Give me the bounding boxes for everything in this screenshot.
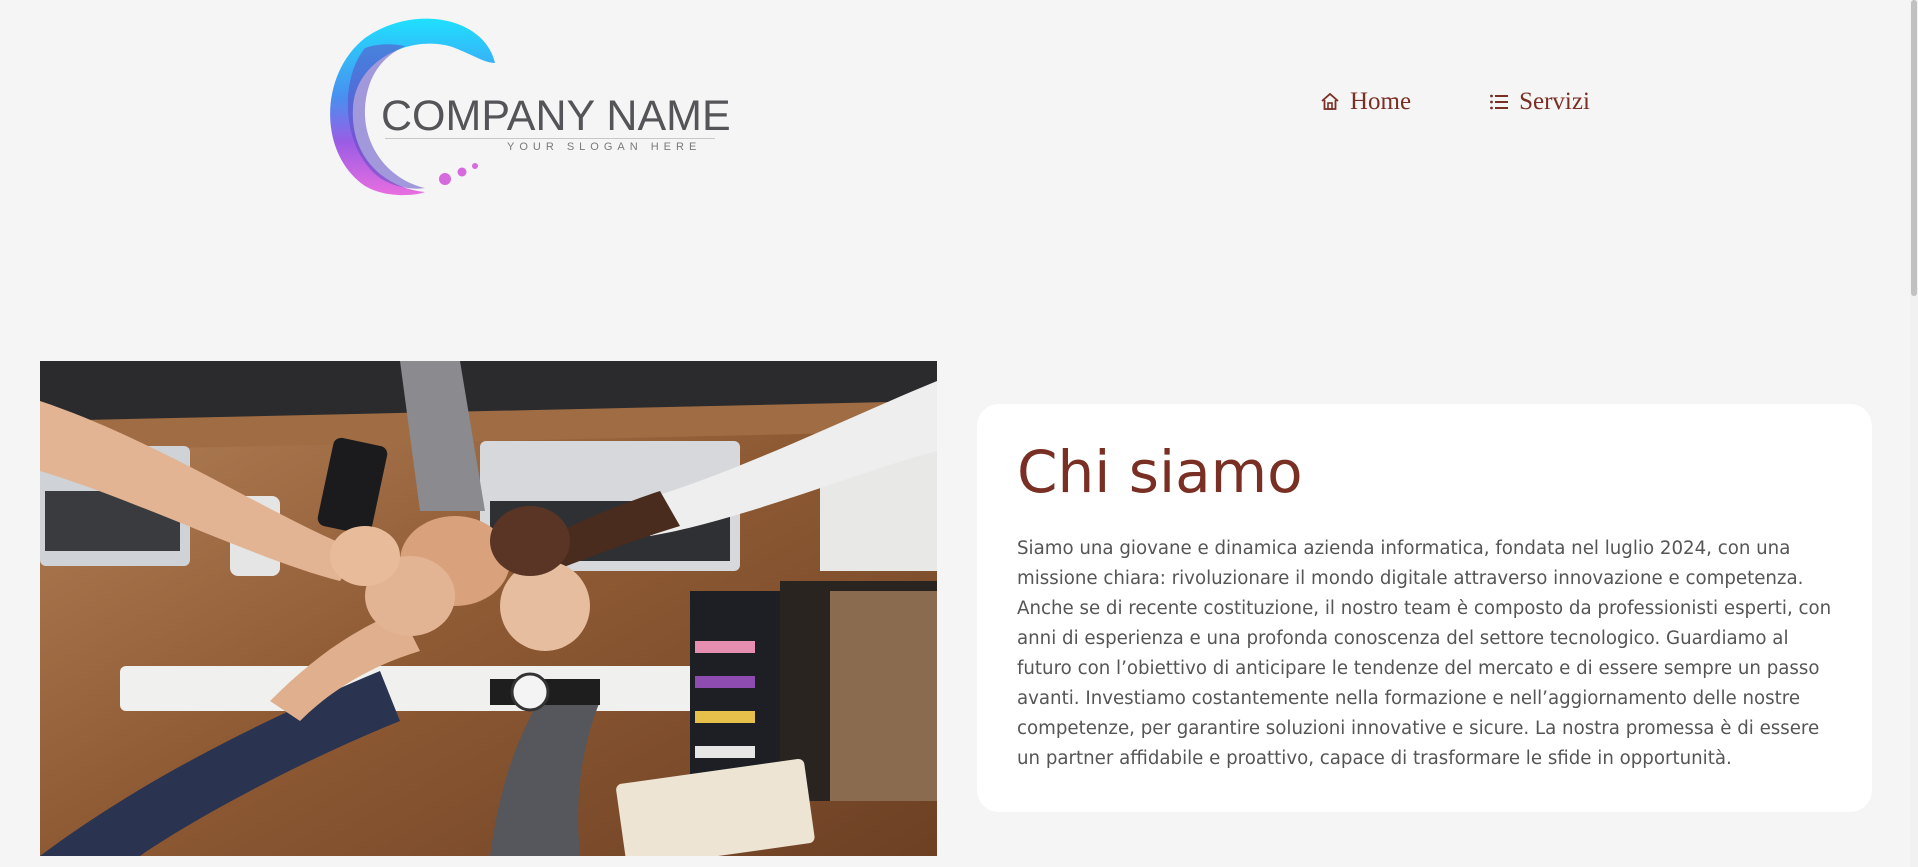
nav-servizi[interactable]: Servizi bbox=[1489, 88, 1590, 116]
home-icon bbox=[1321, 92, 1339, 110]
about-title: Chi siamo bbox=[1017, 438, 1303, 506]
about-card: Chi siamo Siamo una giovane e dinamica a… bbox=[977, 404, 1872, 812]
list-icon bbox=[1490, 94, 1509, 110]
team-photo bbox=[40, 361, 937, 856]
about-text: Siamo una giovane e dinamica azienda inf… bbox=[1017, 537, 1832, 769]
nav-servizi-label: Servizi bbox=[1519, 88, 1590, 115]
company-slogan: YOUR SLOGAN HERE bbox=[507, 141, 702, 153]
logo-divider bbox=[385, 138, 715, 139]
page-scrollbar[interactable] bbox=[1910, 0, 1918, 867]
nav-home-label: Home bbox=[1350, 88, 1412, 115]
company-name: COMPANY NAME bbox=[381, 92, 731, 140]
site-header: COMPANY NAME YOUR SLOGAN HERE Home Servi… bbox=[0, 0, 1918, 210]
nav-home[interactable]: Home bbox=[1320, 88, 1411, 116]
company-logo[interactable]: COMPANY NAME YOUR SLOGAN HERE bbox=[325, 8, 731, 198]
scrollbar-thumb[interactable] bbox=[1911, 0, 1917, 296]
main-nav: Home Servizi bbox=[1320, 88, 1590, 116]
team-fist-bump-image bbox=[40, 361, 937, 856]
